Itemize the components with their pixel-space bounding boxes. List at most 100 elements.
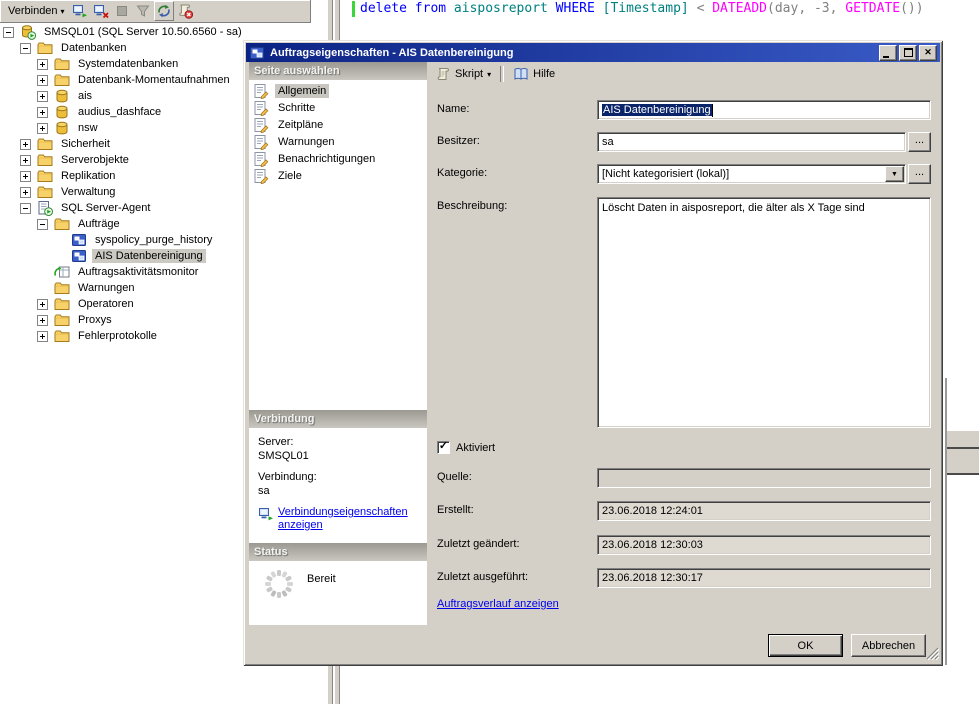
job-icon — [71, 248, 87, 264]
help-button[interactable]: Hilfe — [508, 64, 560, 84]
description-textarea[interactable]: Löscht Daten in aisposreport, die älter … — [597, 197, 931, 428]
resize-grip[interactable] — [926, 647, 939, 660]
sql-code-line[interactable]: delete from aisposreport WHERE [Timestam… — [360, 1, 924, 17]
category-select[interactable]: [Nicht kategorisiert (lokal)] — [597, 164, 906, 184]
help-icon — [513, 66, 529, 82]
stop-button — [112, 1, 132, 21]
script-error-button[interactable] — [175, 1, 195, 21]
tree-expander[interactable] — [20, 43, 31, 54]
folder-icon — [54, 72, 70, 88]
tree-item-label[interactable]: Verwaltung — [58, 185, 118, 199]
combo-arrow-icon[interactable] — [885, 166, 904, 182]
dialog-toolbar: Skript ▾ Hilfe — [430, 64, 560, 84]
page-icon — [253, 100, 269, 116]
connect-server-icon — [72, 3, 88, 19]
page-item-label[interactable]: Zeitpläne — [275, 118, 326, 132]
script-button[interactable]: Skript ▾ — [430, 64, 496, 84]
page-item[interactable]: Zeitpläne — [249, 116, 427, 133]
tree-item-label[interactable]: Aufträge — [75, 217, 123, 231]
page-icon — [253, 151, 269, 167]
tree-item-label[interactable]: Systemdatenbanken — [75, 57, 181, 71]
tree-item-label[interactable]: Fehlerprotokolle — [75, 329, 160, 343]
tree-expander[interactable] — [3, 27, 14, 38]
tree-expander[interactable] — [20, 155, 31, 166]
category-label: Kategorie: — [437, 167, 487, 179]
page-icon — [253, 117, 269, 133]
close-button[interactable] — [919, 45, 937, 61]
tree-expander[interactable] — [20, 203, 31, 214]
tree-item-label[interactable]: Datenbank-Momentaufnahmen — [75, 73, 233, 87]
stop-icon — [114, 3, 130, 19]
tree-expander[interactable] — [37, 315, 48, 326]
folder-icon — [37, 152, 53, 168]
page-item[interactable]: Warnungen — [249, 133, 427, 150]
tree-item-label[interactable]: Warnungen — [75, 281, 137, 295]
page-item-label[interactable]: Ziele — [275, 169, 305, 183]
tree-expander[interactable] — [20, 171, 31, 182]
page-item[interactable]: Ziele — [249, 167, 427, 184]
tree-expander[interactable] — [20, 139, 31, 150]
tree-expander[interactable] — [37, 123, 48, 134]
close-icon — [924, 48, 932, 57]
tree-expander[interactable] — [37, 75, 48, 86]
database-icon — [54, 88, 70, 104]
tree-item-label[interactable]: Operatoren — [75, 297, 137, 311]
dialog-titlebar[interactable]: Auftragseigenschaften - AIS Datenbereini… — [246, 43, 940, 62]
folder-icon — [37, 40, 53, 56]
ok-button[interactable]: OK — [768, 634, 843, 657]
job-history-link[interactable]: Auftragsverlauf anzeigen — [437, 598, 559, 610]
tree-expander[interactable] — [37, 59, 48, 70]
tree-expander[interactable] — [37, 219, 48, 230]
page-item-label[interactable]: Schritte — [275, 101, 318, 115]
tree-expander[interactable] — [37, 331, 48, 342]
tree-item-label[interactable]: nsw — [75, 121, 101, 135]
refresh-button[interactable] — [154, 1, 174, 21]
tree-item-label[interactable]: ais — [75, 89, 95, 103]
connection-header: Verbindung — [249, 410, 427, 428]
tree-item-label[interactable]: Replikation — [58, 169, 118, 183]
tree-expander[interactable] — [37, 91, 48, 102]
tree-item-label-selected[interactable]: AIS Datenbereinigung — [92, 249, 206, 263]
page-item[interactable]: Schritte — [249, 99, 427, 116]
page-item-label-selected[interactable]: Allgemein — [275, 84, 329, 98]
name-input[interactable]: AIS Datenbereinigung — [597, 100, 931, 120]
tree-expander[interactable] — [37, 299, 48, 310]
page-item-label[interactable]: Benachrichtigungen — [275, 152, 378, 166]
page-item[interactable]: Allgemein — [249, 82, 427, 99]
name-label: Name: — [437, 103, 469, 115]
server-icon — [20, 24, 36, 40]
tree-row: SMSQL01 (SQL Server 10.50.6560 - sa) — [0, 24, 325, 40]
category-browse-button[interactable]: ... — [908, 164, 931, 184]
database-icon — [54, 120, 70, 136]
page-item[interactable]: Benachrichtigungen — [249, 150, 427, 167]
owner-input[interactable]: sa — [597, 132, 906, 152]
disconnect-server-button[interactable] — [91, 1, 111, 21]
sql-token: ()) — [900, 1, 923, 16]
tree-item-label[interactable]: Sicherheit — [58, 137, 113, 151]
page-item-label[interactable]: Warnungen — [275, 135, 337, 149]
cancel-button[interactable]: Abbrechen — [851, 634, 926, 657]
tree-item-label[interactable]: syspolicy_purge_history — [92, 233, 215, 247]
job-icon — [249, 45, 265, 61]
tree-item-label[interactable]: audius_dashface — [75, 105, 164, 119]
tree-item-label[interactable]: Proxys — [75, 313, 115, 327]
description-label: Beschreibung: — [437, 200, 507, 212]
minimize-button[interactable] — [879, 45, 897, 61]
tree-item-label[interactable]: Auftragsaktivitätsmonitor — [75, 265, 201, 279]
tree-item-label[interactable]: SQL Server-Agent — [58, 201, 153, 215]
owner-browse-button[interactable]: ... — [908, 132, 931, 152]
enabled-checkbox[interactable] — [437, 441, 450, 454]
connection-properties-link[interactable]: Verbindungseigenschaften anzeigen — [278, 506, 408, 532]
tree-expander[interactable] — [37, 107, 48, 118]
database-icon — [54, 104, 70, 120]
page-icon — [253, 83, 269, 99]
tree-item-label[interactable]: Serverobjekte — [58, 153, 132, 167]
tree-item-label[interactable]: SMSQL01 (SQL Server 10.50.6560 - sa) — [41, 25, 245, 39]
connect-dropdown[interactable]: Verbinden ▾ — [4, 3, 69, 19]
maximize-button[interactable] — [899, 45, 917, 61]
connect-server-button[interactable] — [70, 1, 90, 21]
connection-properties-row: Verbindungseigenschaften anzeigen — [258, 506, 427, 532]
executed-value: 23.06.2018 12:30:17 — [602, 572, 703, 584]
tree-expander[interactable] — [20, 187, 31, 198]
tree-item-label[interactable]: Datenbanken — [58, 41, 129, 55]
